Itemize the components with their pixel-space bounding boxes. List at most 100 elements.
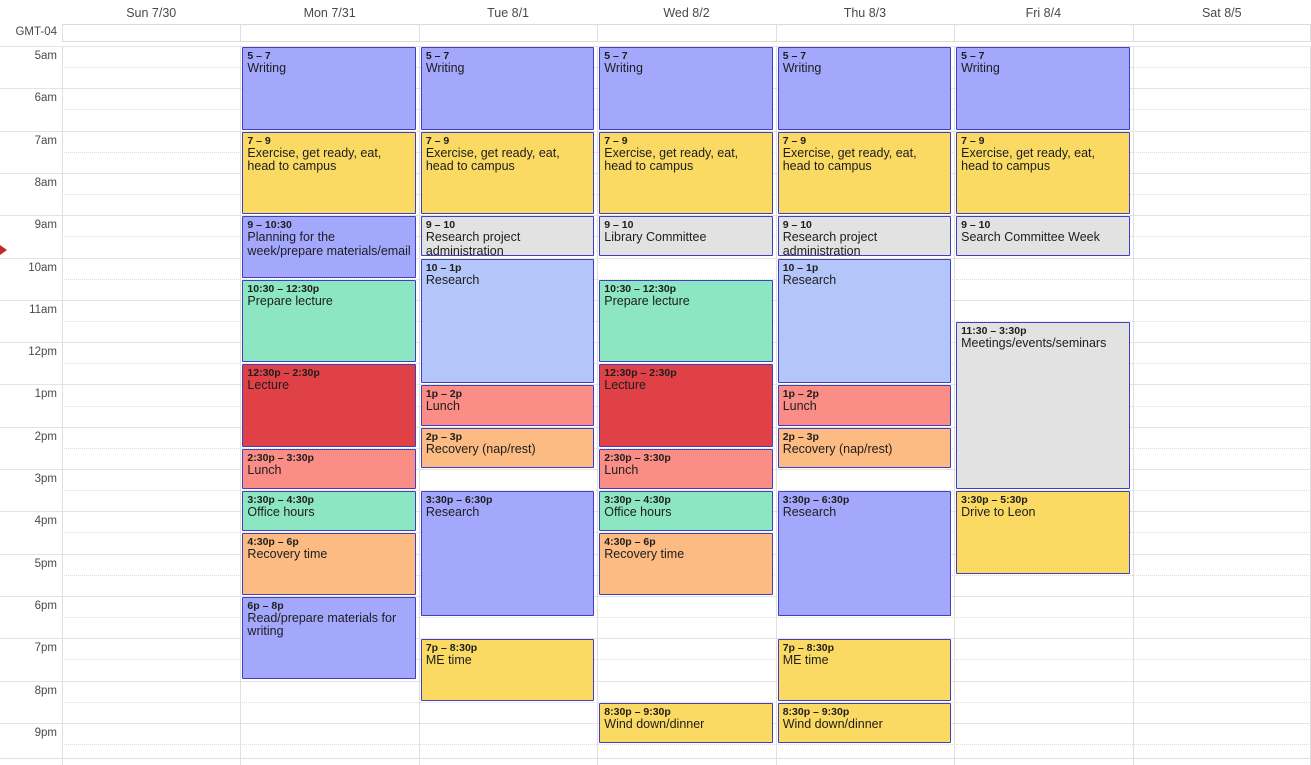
calendar-event[interactable]: 2p – 3p Recovery (nap/rest) xyxy=(420,427,595,468)
calendar-event[interactable]: 5 – 7 Writing xyxy=(777,47,952,130)
event-title: Research xyxy=(425,505,480,520)
calendar-event[interactable]: 3:30p – 4:30p Office hours xyxy=(242,491,416,532)
calendar-event[interactable]: 5 – 7 Writing xyxy=(420,47,595,130)
day-header-sat[interactable]: Sat 8/5 xyxy=(1133,6,1311,20)
calendar-event[interactable]: 4:30p – 6p Recovery time xyxy=(599,533,773,595)
event-title: Lecture xyxy=(247,378,290,393)
time-gutter: 5am 6am 7am 8am 9am 10am 11am 12pm 1pm 2pm 3pm 4pm 5… xyxy=(0,46,62,765)
day-header-wed[interactable]: Wed 8/2 xyxy=(597,6,775,20)
event-title: Recovery time xyxy=(247,547,328,562)
calendar-event[interactable]: 1p – 2p Lunch xyxy=(420,385,595,426)
event-time: 10 – 1p xyxy=(425,261,462,274)
calendar-event[interactable]: 9 – 10:30 Planning for the week/prepare m… xyxy=(242,216,416,278)
event-title: Drive to Leon xyxy=(961,505,1036,520)
current-time-marker-icon xyxy=(0,245,7,256)
calendar-event[interactable]: 5 – 7 Writing xyxy=(956,47,1130,130)
calendar-event[interactable]: 12:30p – 2:30p Lecture xyxy=(599,364,773,447)
calendar-event[interactable]: 9 – 10 Research project administration xyxy=(777,216,952,257)
calendar-event[interactable]: 10 – 1p Research xyxy=(777,258,952,384)
calendar-event[interactable]: 5 – 7 Writing xyxy=(242,47,416,130)
calendar-event[interactable]: 3:30p – 4:30p Office hours xyxy=(599,491,773,532)
event-title: Search Committee Week xyxy=(961,230,1100,245)
day-header-thu[interactable]: Thu 8/3 xyxy=(776,6,954,20)
hour-label-2pm: 2pm xyxy=(34,430,57,443)
day-header-tue[interactable]: Tue 8/1 xyxy=(419,6,597,20)
event-title: ME time xyxy=(782,653,829,668)
all-day-cell[interactable] xyxy=(775,24,955,42)
hour-label-4pm: 4pm xyxy=(34,515,57,528)
calendar-event[interactable]: 10:30 – 12:30p Prepare lecture xyxy=(599,279,773,363)
event-title: Library Committee xyxy=(604,230,707,245)
calendar-header: GMT-04 Sun 7/30 Mon 7/31 Tue 8/1 Wed 8/2 Thu… xyxy=(0,0,1311,46)
calendar-event[interactable]: 1p – 2p Lunch xyxy=(777,385,952,426)
event-time: 10 – 1p xyxy=(782,261,819,274)
calendar-event[interactable]: 9 – 10 Library Committee xyxy=(599,216,773,257)
hour-label-9pm: 9pm xyxy=(34,726,57,739)
day-header-sun[interactable]: Sun 7/30 xyxy=(62,6,240,20)
hour-label-6pm: 6pm xyxy=(34,599,57,612)
calendar-event[interactable]: 11:30 – 3:30p Meetings/events/seminars xyxy=(956,321,1130,490)
calendar-event[interactable]: 2:30p – 3:30p Lunch xyxy=(599,448,773,490)
event-title: Writing xyxy=(782,61,822,75)
calendar-event[interactable]: 10 – 1p Research xyxy=(420,258,595,384)
event-title: Recovery time xyxy=(604,547,685,562)
event-title: Office hours xyxy=(604,505,672,520)
hour-label-6am: 6am xyxy=(34,92,57,105)
calendar-event[interactable]: 3:30p – 6:30p Research xyxy=(777,491,952,617)
day-header-fri[interactable]: Fri 8/4 xyxy=(954,6,1132,20)
hour-label-5am: 5am xyxy=(34,50,57,62)
all-day-cell[interactable] xyxy=(62,24,241,42)
event-title: Exercise, get ready, eat, head to campus xyxy=(604,145,739,174)
calendar-event[interactable]: 7 – 9 Exercise, get ready, eat, head to c… xyxy=(420,131,595,215)
calendar-event[interactable]: 10:30 – 12:30p Prepare lecture xyxy=(242,279,416,363)
hour-label-9am: 9am xyxy=(34,219,57,232)
event-title: Exercise, get ready, eat, head to campus xyxy=(425,145,560,174)
hour-label-5pm: 5pm xyxy=(34,557,57,570)
calendar-event[interactable]: 8:30p – 9:30p Wind down/dinner xyxy=(777,702,952,743)
event-time: 7 – 9 xyxy=(425,134,450,147)
calendar-event[interactable]: 2p – 3p Recovery (nap/rest) xyxy=(777,427,952,468)
calendar-event[interactable]: 2:30p – 3:30p Lunch xyxy=(242,448,416,490)
event-time: 7 – 9 xyxy=(961,134,985,147)
calendar-event[interactable]: 5 – 7 Writing xyxy=(599,47,773,130)
event-title: Planning for the week/prepare materials/… xyxy=(247,230,411,258)
calendar-event[interactable]: 12:30p – 2:30p Lecture xyxy=(242,364,416,447)
calendar-event[interactable]: 7 – 9 Exercise, get ready, eat, head to c… xyxy=(777,131,952,215)
event-time: 7 – 9 xyxy=(247,134,271,147)
calendar-event[interactable]: 7 – 9 Exercise, get ready, eat, head to c… xyxy=(599,131,773,215)
calendar-event[interactable]: 3:30p – 6:30p Research xyxy=(420,491,595,617)
hour-label-7am: 7am xyxy=(34,134,57,147)
calendar-event[interactable]: 4:30p – 6p Recovery time xyxy=(242,533,416,595)
calendar-event[interactable]: 7 – 9 Exercise, get ready, eat, head to c… xyxy=(242,131,416,215)
day-column-sat[interactable] xyxy=(1132,46,1311,765)
hour-label-7pm: 7pm xyxy=(34,642,57,655)
day-header-mon[interactable]: Mon 7/31 xyxy=(240,6,418,20)
event-title: Wind down/dinner xyxy=(604,716,705,731)
calendar-event[interactable]: 7 – 9 Exercise, get ready, eat, head to c… xyxy=(956,131,1130,215)
event-time: 8:30p – 9:30p xyxy=(782,705,850,718)
all-day-cell[interactable] xyxy=(418,24,598,42)
all-day-cell[interactable] xyxy=(1132,24,1311,42)
event-time: 2p – 3p xyxy=(425,430,463,443)
event-time: 2p – 3p xyxy=(782,430,819,443)
calendar-event[interactable]: 8:30p – 9:30p Wind down/dinner xyxy=(599,702,773,743)
event-title: Exercise, get ready, eat, head to campus xyxy=(247,145,382,174)
hour-label-11am: 11am xyxy=(29,303,57,316)
calendar-event[interactable]: 3:30p – 5:30p Drive to Leon xyxy=(956,491,1130,574)
event-title: Exercise, get ready, eat, head to campus xyxy=(782,145,917,174)
calendar-event[interactable]: 6p – 8p Read/prepare materials for writin… xyxy=(242,596,416,680)
calendar-event[interactable]: 7p – 8:30p ME time xyxy=(420,639,595,701)
all-day-cell[interactable] xyxy=(954,24,1133,42)
calendar-grid[interactable]: 5am 6am 7am 8am 9am 10am 11am 12pm 1pm 2pm 3pm 4pm 5… xyxy=(0,46,1311,765)
day-column-sun[interactable] xyxy=(62,46,240,765)
event-title: Prepare lecture xyxy=(247,293,333,308)
calendar-event[interactable]: 9 – 10 Research project administration xyxy=(420,216,595,257)
event-title: Research project administration xyxy=(425,230,521,257)
event-time: 7 – 9 xyxy=(604,134,628,147)
calendar-event[interactable]: 7p – 8:30p ME time xyxy=(777,639,952,701)
all-day-cell[interactable] xyxy=(240,24,419,42)
hour-label-1pm: 1pm xyxy=(34,388,57,401)
all-day-cell[interactable] xyxy=(597,24,776,42)
timezone-label: GMT-04 xyxy=(15,26,57,38)
calendar-event[interactable]: 9 – 10 Search Committee Week xyxy=(956,216,1130,257)
